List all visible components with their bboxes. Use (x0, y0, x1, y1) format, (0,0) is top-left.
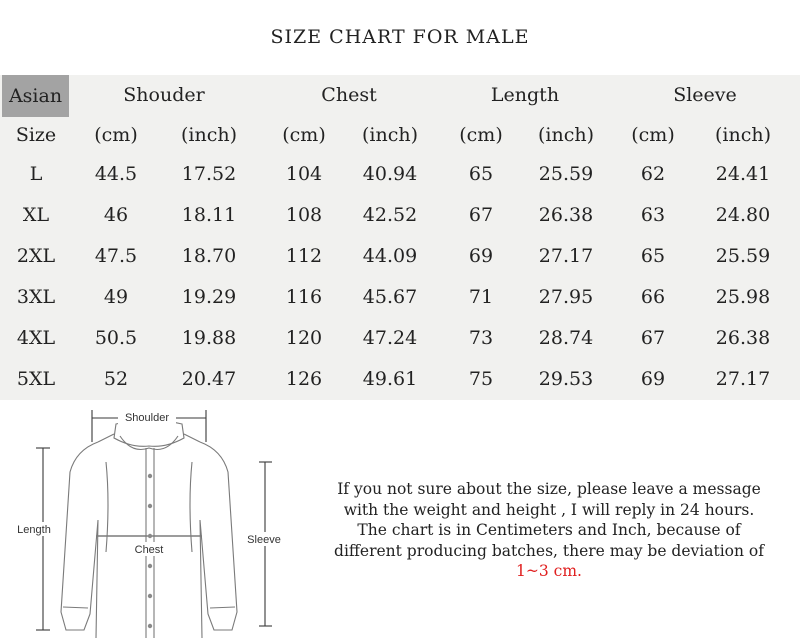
length-label: Length (17, 524, 51, 536)
measurement-cell: 26.38 (715, 327, 771, 349)
unit-header: (cm) (459, 124, 503, 146)
measurement-cell: 26.38 (538, 204, 594, 226)
unit-header: (inch) (180, 124, 238, 146)
measurement-cell: 50.5 (94, 327, 138, 349)
note-line: If you not sure about the size, please l… (337, 480, 761, 498)
measurement-cell: 116 (285, 286, 323, 308)
measurement-cell: 67 (640, 327, 666, 349)
measurement-cell: 120 (285, 327, 323, 349)
measurement-cell: 24.41 (715, 163, 771, 185)
measurement-cell: 49.61 (362, 368, 418, 390)
asian-corner-cell: Asian (2, 75, 69, 117)
measurement-cell: 47.24 (362, 327, 418, 349)
measurement-cell: 67 (468, 204, 494, 226)
note-line: with the weight and height , I will repl… (343, 500, 755, 519)
measurement-cell: 27.17 (715, 368, 771, 390)
measurement-cell: 44.5 (94, 163, 138, 185)
measurement-cell: 49 (103, 286, 129, 308)
size-cell: 2XL (16, 245, 56, 267)
measurement-cell: 112 (285, 245, 323, 267)
page-title: SIZE CHART FOR MALE (270, 26, 530, 48)
measurement-cell: 45.67 (362, 286, 418, 308)
size-cell: 3XL (16, 286, 56, 308)
size-label: Size (15, 124, 57, 146)
measurement-cell: 17.52 (181, 163, 237, 185)
size-cell: 5XL (16, 368, 56, 390)
note-line: different producing batches, there may b… (334, 541, 764, 560)
measurement-cell: 66 (640, 286, 666, 308)
header-sleeve: Sleeve (673, 84, 737, 106)
measurement-cell: 40.94 (362, 163, 418, 185)
measurement-cell: 29.53 (538, 368, 594, 390)
size-advice-note: If you not sure about the size, please l… (306, 479, 792, 582)
unit-header: (cm) (94, 124, 138, 146)
measurement-cell: 108 (285, 204, 323, 226)
measurement-cell: 42.52 (362, 204, 418, 226)
measurement-cell: 20.47 (181, 368, 237, 390)
measurement-cell: 126 (285, 368, 323, 390)
measurement-cell: 44.09 (362, 245, 418, 267)
shoulder-label: Shoulder (125, 412, 169, 424)
measurement-cell: 18.70 (181, 245, 237, 267)
measurement-cell: 46 (103, 204, 129, 226)
measurement-cell: 25.98 (715, 286, 771, 308)
measurement-cell: 69 (640, 368, 666, 390)
measurement-cell: 63 (640, 204, 666, 226)
measurement-cell: 73 (468, 327, 494, 349)
measurement-cell: 104 (285, 163, 323, 185)
size-table: Asian Shouder Chest Length Sleeve Size (… (0, 75, 800, 400)
measurement-cell: 18.11 (181, 204, 237, 226)
note-deviation: 1~3 cm. (516, 562, 582, 580)
measurement-cell: 27.95 (538, 286, 594, 308)
measurement-section: Shoulder Length Sleeve Chest If you not … (0, 400, 800, 640)
unit-header: (inch) (361, 124, 419, 146)
measurement-cell: 25.59 (715, 245, 771, 267)
measurement-cell: 27.17 (538, 245, 594, 267)
unit-header: (inch) (714, 124, 772, 146)
measurement-cell: 75 (468, 368, 494, 390)
measurement-cell: 71 (468, 286, 494, 308)
header-length: Length (490, 84, 560, 106)
header-chest: Chest (321, 84, 377, 106)
unit-header: (cm) (282, 124, 326, 146)
shirt-measurement-diagram: Shoulder Length Sleeve Chest (12, 410, 288, 638)
measurement-cell: 19.88 (181, 327, 237, 349)
measurement-cell: 19.29 (181, 286, 237, 308)
unit-header: (inch) (537, 124, 595, 146)
size-cell: L (29, 163, 43, 185)
size-cell: 4XL (16, 327, 56, 349)
note-line: The chart is in Centimeters and Inch, be… (357, 521, 741, 539)
header-shoulder: Shouder (123, 84, 205, 106)
sleeve-label: Sleeve (247, 534, 281, 546)
measurement-cell: 47.5 (94, 245, 138, 267)
measurement-cell: 62 (640, 163, 666, 185)
chest-label: Chest (135, 544, 164, 556)
measurement-cell: 24.80 (715, 204, 771, 226)
measurement-cell: 65 (468, 163, 494, 185)
measurement-cell: 65 (640, 245, 666, 267)
unit-header: (cm) (631, 124, 675, 146)
size-cell: XL (22, 204, 50, 226)
shirt-outline (60, 419, 238, 638)
measurement-cell: 69 (468, 245, 494, 267)
measurement-cell: 25.59 (538, 163, 594, 185)
measurement-cell: 52 (103, 368, 129, 390)
measurement-cell: 28.74 (538, 327, 594, 349)
